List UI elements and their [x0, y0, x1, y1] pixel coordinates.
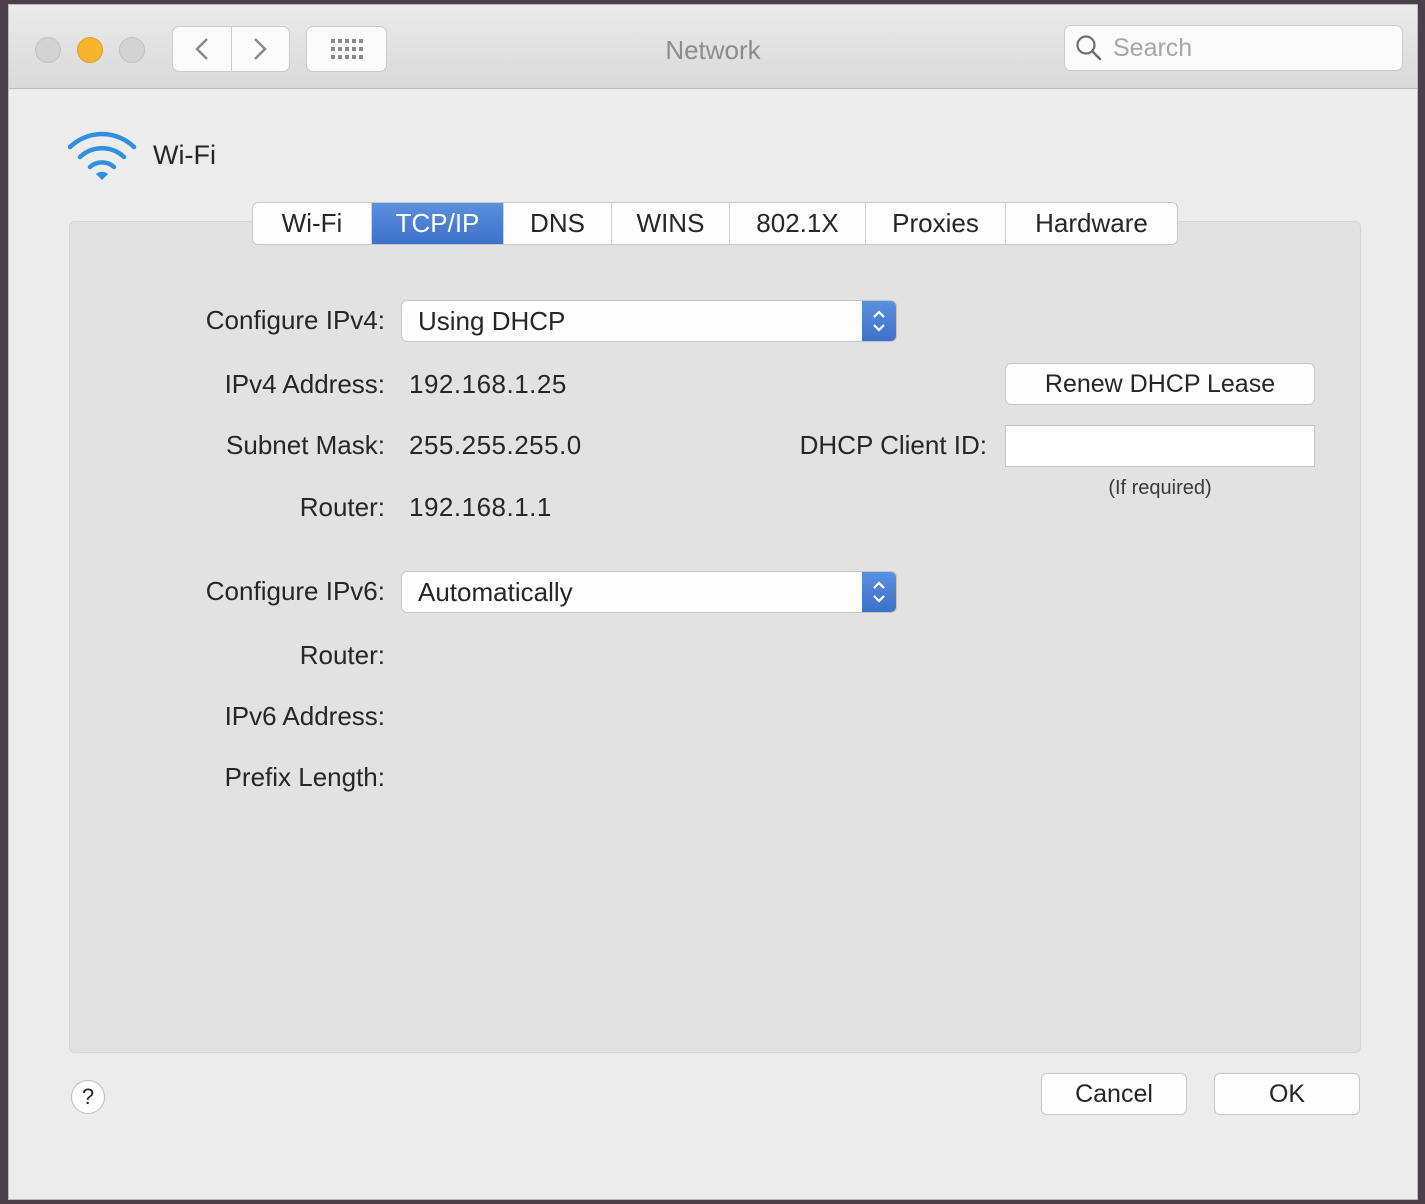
tcpip-panel	[69, 221, 1361, 1053]
subnet-mask-label: Subnet Mask:	[226, 430, 385, 460]
ipv6-address-label: IPv6 Address:	[224, 701, 385, 731]
popup-stepper-icon	[862, 301, 896, 341]
renew-dhcp-lease-button[interactable]: Renew DHCP Lease	[1005, 363, 1315, 405]
tab-dns[interactable]: DNS	[503, 203, 611, 244]
configure-ipv6-label: Configure IPv6:	[205, 576, 385, 606]
ipv6-router-label: Router:	[299, 640, 385, 670]
dhcp-client-id-input[interactable]	[1005, 425, 1315, 467]
configure-ipv6-select[interactable]: Automatically	[401, 571, 897, 613]
search-field[interactable]	[1064, 25, 1403, 71]
subnet-mask-value: 255.255.255.0	[409, 430, 582, 460]
interface-name: Wi-Fi	[153, 139, 216, 170]
tab-bar: Wi-Fi TCP/IP DNS WINS 802.1X Proxies Har…	[252, 202, 1178, 245]
cancel-button[interactable]: Cancel	[1041, 1073, 1187, 1115]
configure-ipv4-select[interactable]: Using DHCP	[401, 300, 897, 342]
tab-proxies[interactable]: Proxies	[865, 203, 1005, 244]
dhcp-client-id-label: DHCP Client ID:	[799, 430, 987, 460]
tab-wins[interactable]: WINS	[611, 203, 729, 244]
ipv4-router-value: 192.168.1.1	[409, 492, 552, 522]
network-window: Network Wi-Fi Wi-Fi TCP/IP DNS WINS 802.…	[8, 4, 1418, 1200]
search-input[interactable]	[1111, 32, 1385, 64]
dhcp-client-id-hint: (If required)	[1108, 477, 1212, 499]
configure-ipv4-value: Using DHCP	[418, 305, 566, 336]
tab-wifi[interactable]: Wi-Fi	[253, 203, 371, 244]
search-icon	[1076, 35, 1102, 61]
configure-ipv6-value: Automatically	[418, 576, 573, 607]
configure-ipv4-label: Configure IPv4:	[205, 305, 385, 335]
ok-button[interactable]: OK	[1214, 1073, 1360, 1115]
tab-hardware[interactable]: Hardware	[1005, 203, 1177, 244]
interface-header: Wi-Fi	[67, 129, 216, 181]
title-bar: Network	[9, 5, 1417, 89]
prefix-length-label: Prefix Length:	[224, 762, 385, 792]
help-button[interactable]: ?	[71, 1080, 105, 1114]
popup-stepper-icon	[862, 572, 896, 612]
tab-8021x[interactable]: 802.1X	[729, 203, 865, 244]
tab-tcpip[interactable]: TCP/IP	[371, 203, 503, 244]
ipv4-address-label: IPv4 Address:	[224, 369, 385, 399]
wifi-icon	[67, 131, 137, 180]
ipv4-router-label: Router:	[299, 492, 385, 522]
ipv4-address-value: 192.168.1.25	[409, 369, 567, 399]
